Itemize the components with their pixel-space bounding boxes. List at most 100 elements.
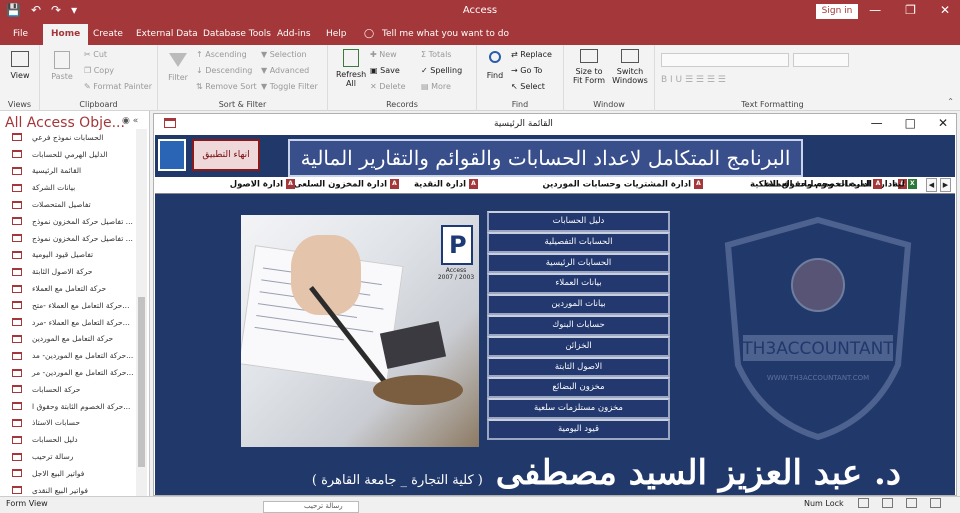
main-menu-button[interactable]: الحسابات التفصيلية bbox=[487, 231, 670, 253]
tab-cash[interactable]: Aادارة النقدية bbox=[414, 179, 478, 190]
navigation-pane: All Access Obje... ◉ « الحسابات نموذج فر… bbox=[0, 111, 150, 496]
nav-form-item[interactable]: حركة التعامل مع العملاء bbox=[0, 280, 134, 297]
group-sort-filter: Filter ↑ Ascending ↓ Descending ⇅ Remove… bbox=[158, 45, 328, 111]
nav-pane-controls[interactable]: ◉ « bbox=[122, 116, 138, 126]
size-to-fit-button[interactable]: Size to Fit Form bbox=[570, 49, 608, 85]
selection-button[interactable]: ▼ Selection bbox=[261, 50, 307, 59]
new-record-button[interactable]: ✚ New bbox=[370, 50, 397, 59]
tab-partial[interactable]: Xلية bbox=[893, 179, 917, 190]
goto-button[interactable]: → Go To bbox=[511, 66, 542, 75]
nav-scrollbar[interactable] bbox=[136, 129, 147, 496]
main-menu-button[interactable]: مخزون البضائع bbox=[487, 377, 670, 399]
main-menu-button[interactable]: بيانات العملاء bbox=[487, 273, 670, 295]
tab-purchases[interactable]: Aادارة المشتريات وحسابات الموردين bbox=[542, 179, 703, 190]
refresh-all-label: Refresh All bbox=[336, 70, 367, 88]
main-menu-button[interactable]: الحسابات الرئيسية bbox=[487, 252, 670, 274]
main-menu-button[interactable]: حسابات البنوك bbox=[487, 314, 670, 336]
replace-button[interactable]: ⇄ Replace bbox=[511, 50, 552, 59]
corner-decoration bbox=[158, 139, 186, 171]
view-button[interactable]: View bbox=[6, 51, 34, 80]
nav-form-item[interactable]: دليل الحسابات bbox=[0, 431, 134, 448]
nav-form-item[interactable]: حركة التعامل مع الموردين- مر... bbox=[0, 364, 134, 381]
nav-form-item[interactable]: حركة الخصوم الثابتة وحقوق ا... bbox=[0, 398, 134, 415]
nav-form-item[interactable]: حركة الحسابات bbox=[0, 381, 134, 398]
tab-add-ins[interactable]: Add-ins bbox=[277, 29, 311, 39]
nav-form-item[interactable]: الحسابات نموذج فرعي bbox=[0, 129, 134, 146]
main-menu-button[interactable]: مخزون مستلزمات سلعية bbox=[487, 398, 670, 419]
close-icon[interactable]: ✕ bbox=[940, 3, 950, 17]
design-view-icon[interactable] bbox=[906, 498, 917, 508]
nav-form-item[interactable]: حركة التعامل مع العملاء -متح... bbox=[0, 297, 134, 314]
more-button[interactable]: ▤ More bbox=[421, 82, 451, 91]
copy-button[interactable]: ❐ Copy bbox=[84, 66, 114, 75]
tab-help[interactable]: Help bbox=[326, 29, 347, 39]
tab-assets[interactable]: Aادارة الاصول bbox=[230, 179, 295, 190]
minimize-icon[interactable]: — bbox=[871, 116, 883, 130]
restore-icon[interactable]: ❐ bbox=[905, 3, 916, 17]
cut-button[interactable]: ✂ Cut bbox=[84, 50, 107, 59]
nav-form-label: حركة التعامل مع العملاء -متح... bbox=[32, 300, 130, 310]
form-view-icon[interactable] bbox=[858, 498, 869, 508]
font-name-select[interactable] bbox=[661, 53, 789, 67]
text-format-buttons[interactable]: B I U ☰ ☰ ☰ ☰ bbox=[661, 75, 861, 87]
nav-form-item[interactable]: الدليل الهرمي للحسابات bbox=[0, 146, 134, 163]
descending-button[interactable]: ↓ Descending bbox=[196, 66, 252, 75]
tab-scroll-left[interactable]: ◀ bbox=[926, 178, 937, 192]
tab-liabilities[interactable]: Aادارة الخصوم وحقوق الملكية bbox=[750, 179, 883, 190]
find-button[interactable]: Find bbox=[483, 51, 507, 80]
layout-view-icon[interactable] bbox=[882, 498, 893, 508]
format-painter-button[interactable]: ✎ Format Painter bbox=[84, 82, 152, 91]
tab-external-data[interactable]: External Data bbox=[136, 29, 198, 39]
nav-form-item[interactable]: حركة التعامل مع العملاء -مرد... bbox=[0, 314, 134, 331]
nav-form-item[interactable]: تفاصيل حركة المخزون نموذج ... bbox=[0, 230, 134, 247]
delete-record-button[interactable]: ✕ Delete bbox=[370, 82, 406, 91]
nav-form-item[interactable]: حسابات الاستاذ bbox=[0, 415, 134, 432]
switch-windows-button[interactable]: Switch Windows bbox=[610, 49, 650, 85]
tell-me-input[interactable]: Tell me what you want to do bbox=[382, 29, 509, 39]
refresh-all-button[interactable]: Refresh All bbox=[336, 49, 366, 88]
tab-scroll-right[interactable]: ▶ bbox=[940, 178, 951, 192]
close-icon[interactable]: ✕ bbox=[938, 116, 948, 130]
advanced-button[interactable]: ▼ Advanced bbox=[261, 66, 309, 75]
font-size-select[interactable] bbox=[793, 53, 849, 67]
toggle-filter-button[interactable]: ▼ Toggle Filter bbox=[261, 82, 318, 91]
datasheet-view-icon[interactable] bbox=[930, 498, 941, 508]
nav-form-item[interactable]: فواتير البيع الاجل bbox=[0, 465, 134, 482]
main-menu-button[interactable]: دليل الحسابات bbox=[487, 211, 670, 232]
save-record-button[interactable]: ▣ Save bbox=[370, 66, 400, 75]
select-button[interactable]: ↖ Select bbox=[511, 82, 545, 91]
nav-form-item[interactable]: القائمة الرئيسية bbox=[0, 163, 134, 180]
main-menu-button[interactable]: قيود اليومية bbox=[487, 418, 670, 440]
nav-form-item[interactable]: تفاصيل قيود اليومية bbox=[0, 247, 134, 264]
tab-create[interactable]: Create bbox=[93, 29, 123, 39]
maximize-icon[interactable]: □ bbox=[905, 116, 916, 130]
tab-database-tools[interactable]: Database Tools bbox=[203, 29, 271, 39]
ascending-button[interactable]: ↑ Ascending bbox=[196, 50, 247, 59]
remove-sort-button[interactable]: ⇅ Remove Sort bbox=[196, 82, 257, 91]
sign-in-button[interactable]: Sign in bbox=[816, 4, 858, 19]
totals-button[interactable]: Σ Totals bbox=[421, 50, 451, 59]
nav-form-item[interactable]: حركة التعامل مع الموردين- مد... bbox=[0, 347, 134, 364]
exit-app-button[interactable]: انهاء التطبيق bbox=[192, 139, 260, 171]
nav-form-item[interactable]: رسالة ترحيب bbox=[0, 448, 134, 465]
nav-scroll-thumb[interactable] bbox=[138, 297, 145, 467]
nav-form-item[interactable]: بيانات الشركة bbox=[0, 179, 134, 196]
tab-home[interactable]: Home bbox=[43, 24, 89, 45]
minimize-icon[interactable]: — bbox=[869, 3, 881, 17]
collapse-ribbon-icon[interactable]: ⌃ bbox=[947, 97, 954, 106]
filter-button[interactable]: Filter bbox=[164, 51, 192, 82]
tab-file[interactable]: File bbox=[13, 29, 28, 39]
main-menu-button[interactable]: الخزائن bbox=[487, 335, 670, 357]
tab-inventory-label: ادارة المخزون السلعى bbox=[293, 179, 387, 190]
tab-inventory[interactable]: Aادارة المخزون السلعى bbox=[294, 179, 399, 190]
paste-button[interactable]: Paste bbox=[48, 51, 76, 81]
main-menu-button[interactable]: بيانات الموردين bbox=[487, 294, 670, 315]
nav-form-item[interactable]: حركة الاصول الثابتة bbox=[0, 263, 134, 280]
nav-form-item[interactable]: حركة التعامل مع الموردين bbox=[0, 331, 134, 348]
nav-form-item[interactable]: تفاصيل حركة المخزون نموذج ... bbox=[0, 213, 134, 230]
spelling-button[interactable]: ✓ Spelling bbox=[421, 66, 462, 75]
main-menu-button[interactable]: الاصول الثابتة bbox=[487, 356, 670, 378]
nav-form-item[interactable]: تفاصيل المتحصلات bbox=[0, 196, 134, 213]
nav-form-label: حركة الخصوم الثابتة وحقوق ا... bbox=[32, 401, 131, 411]
advanced-label: Advanced bbox=[269, 66, 310, 75]
